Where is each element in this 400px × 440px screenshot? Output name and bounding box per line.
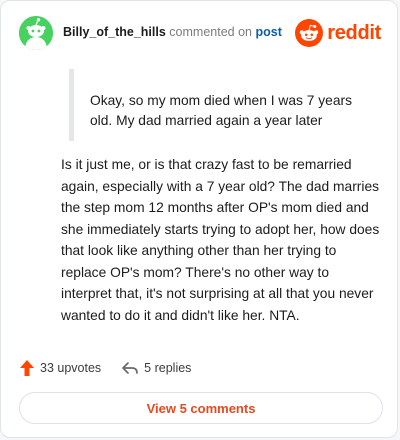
comment-header: Billy_of_the_hills commented on post red… bbox=[19, 16, 381, 50]
upvote-count: 33 upvotes bbox=[40, 361, 102, 375]
comment-body: Is it just me, or is that crazy fast to … bbox=[61, 157, 380, 323]
reddit-wordmark: reddit bbox=[327, 21, 381, 44]
upvote-button[interactable]: 33 upvotes bbox=[19, 359, 101, 377]
post-link[interactable]: post bbox=[255, 25, 281, 39]
snoo-avatar-icon bbox=[19, 16, 53, 50]
quoted-text-block: Okay, so my mom died when I was 7 years … bbox=[69, 69, 369, 141]
user-avatar[interactable] bbox=[19, 16, 53, 50]
replies-count: 5 replies bbox=[144, 361, 192, 375]
comment-card: Billy_of_the_hills commented on post red… bbox=[0, 0, 398, 438]
upvote-arrow-icon bbox=[20, 360, 34, 376]
username-link[interactable]: Billy_of_the_hills bbox=[63, 25, 166, 39]
byline-action-text: commented on bbox=[169, 25, 252, 39]
quoted-text: Okay, so my mom died when I was 7 years … bbox=[90, 93, 352, 128]
view-comments-button[interactable]: View 5 comments bbox=[19, 392, 383, 424]
reply-arrow-icon bbox=[122, 362, 139, 374]
reddit-logo[interactable]: reddit bbox=[295, 18, 381, 48]
comment-actions: 33 upvotes 5 replies bbox=[19, 358, 191, 378]
replies-button[interactable]: 5 replies bbox=[121, 360, 191, 376]
comment-byline: Billy_of_the_hills commented on post bbox=[63, 25, 282, 39]
reddit-alien-icon bbox=[295, 19, 324, 47]
